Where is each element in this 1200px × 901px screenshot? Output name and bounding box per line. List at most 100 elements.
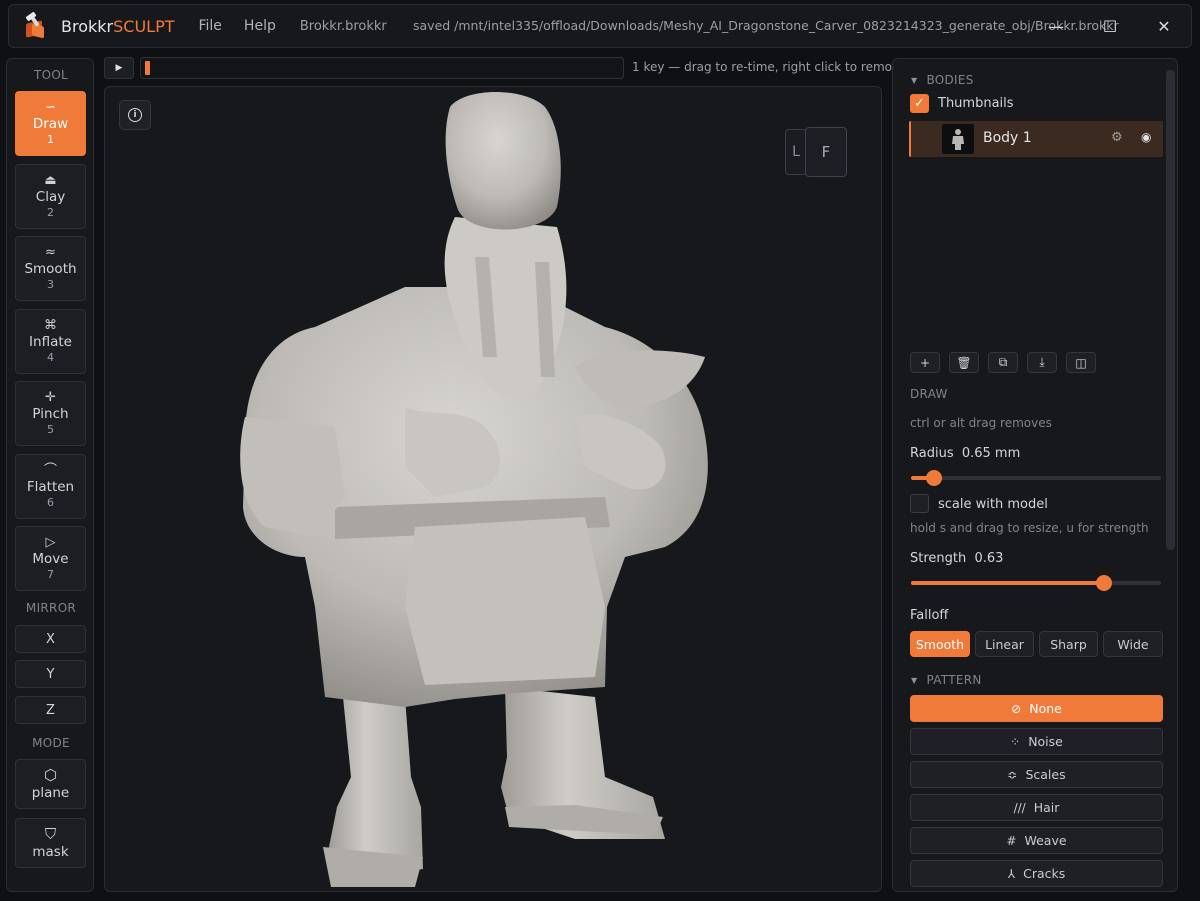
falloff-smooth-button[interactable]: Smooth [910, 631, 970, 657]
pattern-label: None [1029, 701, 1062, 716]
close-button[interactable]: ✕ [1137, 5, 1191, 47]
weave-icon: # [1006, 833, 1017, 848]
pinch-icon: ✛ [45, 390, 56, 405]
strength-slider[interactable] [911, 575, 1161, 591]
app-title: BrokkrSCULPT [61, 16, 175, 36]
delete-body-button[interactable]: 🗑 [949, 352, 979, 373]
eye-icon[interactable]: ◉ [1141, 130, 1151, 144]
tool-label: Move [32, 551, 69, 567]
panel-scrollbar[interactable] [1166, 70, 1175, 550]
tool-pinch-button[interactable]: ✛ Pinch 5 [15, 381, 86, 446]
mode-label: plane [31, 784, 70, 801]
export-body-button[interactable]: ⤓ [1027, 352, 1057, 373]
body-thumbnail [942, 124, 974, 154]
tool-label: Draw [32, 116, 69, 132]
mirror-section-label: MIRROR [25, 601, 77, 615]
3d-viewport[interactable]: i L F [104, 86, 882, 892]
play-button[interactable]: ▶ [104, 57, 134, 79]
maximize-button[interactable]: ☐ [1083, 5, 1137, 47]
view-cube[interactable]: L F [781, 123, 851, 183]
pattern-label: Hair [1033, 800, 1060, 815]
radius-label: Radius 0.65 mm [910, 446, 1021, 461]
thumbnails-checkbox[interactable]: ✓ [910, 94, 929, 113]
tool-shortcut: 5 [47, 423, 54, 436]
tool-shortcut: 6 [47, 495, 54, 509]
mode-section-label: MODE [32, 736, 70, 750]
body-name: Body 1 [983, 130, 1032, 146]
tool-inflate-button[interactable]: ⌘ Inflate 4 [15, 308, 86, 374]
duplicate-body-button[interactable]: ⧉ [988, 352, 1018, 373]
pattern-label: Noise [1028, 734, 1063, 749]
noise-icon: ⁘ [1010, 734, 1021, 749]
pattern-cracks-button[interactable]: ⅄ Cracks [910, 860, 1163, 887]
falloff-sharp-button[interactable]: Sharp [1039, 631, 1098, 657]
pattern-weave-button[interactable]: # Weave [910, 827, 1163, 854]
radius-slider-handle[interactable] [925, 470, 942, 486]
tool-shortcut: 7 [47, 568, 54, 581]
draw-hint: ctrl or alt drag removes [910, 416, 1052, 430]
draw-header: DRAW [910, 387, 948, 401]
falloff-linear-button[interactable]: Linear [975, 631, 1034, 657]
smooth-icon: ≈ [45, 245, 56, 260]
keyframe-marker[interactable] [145, 61, 150, 75]
scale-with-model-checkbox[interactable] [910, 494, 929, 513]
strength-slider-fill [911, 581, 1104, 585]
strength-label: Strength 0.63 [910, 551, 1004, 566]
thumbnails-label: Thumbnails [938, 96, 1014, 111]
app-logo-icon [23, 11, 51, 40]
tool-move-button[interactable]: ▷ Move 7 [15, 526, 86, 591]
hair-icon: /// [1013, 800, 1026, 815]
bodies-header[interactable]: ▼ BODIES [911, 73, 974, 87]
none-icon: ⊘ [1011, 701, 1022, 716]
pattern-scales-button[interactable]: ≎ Scales [910, 761, 1163, 788]
tool-shortcut: 2 [47, 205, 54, 219]
tool-clay-button[interactable]: ⏏ Clay 2 [15, 163, 86, 229]
timeline: ▶ 1 key — drag to re-time, right click t… [104, 56, 906, 80]
scale-with-model-label: scale with model [938, 497, 1048, 512]
pattern-none-button[interactable]: ⊘ None [910, 695, 1163, 722]
add-body-button[interactable]: + [910, 352, 940, 373]
falloff-wide-button[interactable]: Wide [1103, 631, 1163, 657]
pattern-noise-button[interactable]: ⁘ Noise [910, 728, 1163, 755]
info-button[interactable]: i [119, 100, 151, 130]
pattern-label: Cracks [1023, 866, 1066, 881]
tool-shortcut: 4 [47, 350, 54, 364]
pattern-header[interactable]: ▼ PATTERN [911, 673, 982, 687]
mirror-x-button[interactable]: X [15, 625, 86, 653]
flatten-icon: ⌒ [43, 462, 57, 478]
inflate-icon: ⌘ [44, 317, 57, 333]
strength-slider-handle[interactable] [1095, 575, 1112, 591]
tool-smooth-button[interactable]: ≈ Smooth 3 [15, 236, 86, 301]
minimize-button[interactable]: — [1029, 5, 1083, 47]
mirror-y-button[interactable]: Y [15, 660, 86, 688]
view-cube-left-face[interactable]: L [785, 129, 807, 175]
pattern-hair-button[interactable]: /// Hair [910, 794, 1163, 821]
pattern-label: Weave [1024, 833, 1067, 848]
save-status: saved /mnt/intel335/offload/Downloads/Me… [413, 18, 1119, 33]
mode-plane-button[interactable]: ⬡ plane [15, 759, 86, 809]
properties-panel: ▼ BODIES ✓ Thumbnails Body 1 ⚙ ◉ + 🗑 ⧉ ⤓ … [892, 58, 1178, 892]
title-bar: BrokkrSCULPT File Help Brokkr.brokkr sav… [8, 4, 1192, 48]
mirror-body-button[interactable]: ◫ [1066, 352, 1096, 373]
menu-help[interactable]: Help [244, 18, 276, 34]
mode-mask-button[interactable]: ⛉ mask [15, 818, 86, 868]
body-list-item[interactable]: Body 1 ⚙ ◉ [909, 121, 1163, 157]
tool-draw-button[interactable]: ∽ Draw 1 [15, 91, 86, 156]
mirror-z-button[interactable]: Z [15, 696, 86, 724]
gear-icon[interactable]: ⚙ [1111, 130, 1123, 145]
tool-flatten-button[interactable]: ⌒ Flatten 6 [15, 453, 86, 519]
view-cube-front-face[interactable]: F [805, 127, 847, 177]
radius-slider[interactable] [911, 470, 1161, 486]
tool-label: Clay [35, 188, 66, 205]
document-name: Brokkr.brokkr [299, 18, 387, 34]
timeline-track[interactable] [140, 57, 624, 79]
move-icon: ▷ [45, 535, 56, 550]
sculpt-model[interactable] [105, 87, 882, 892]
cracks-icon: ⅄ [1007, 866, 1016, 881]
tool-section-label: TOOL [33, 68, 69, 82]
clay-icon: ⏏ [44, 172, 57, 188]
menu-file[interactable]: File [198, 18, 221, 34]
tool-shortcut: 3 [47, 278, 54, 291]
draw-icon: ∽ [45, 100, 56, 115]
scales-icon: ≎ [1007, 767, 1018, 782]
